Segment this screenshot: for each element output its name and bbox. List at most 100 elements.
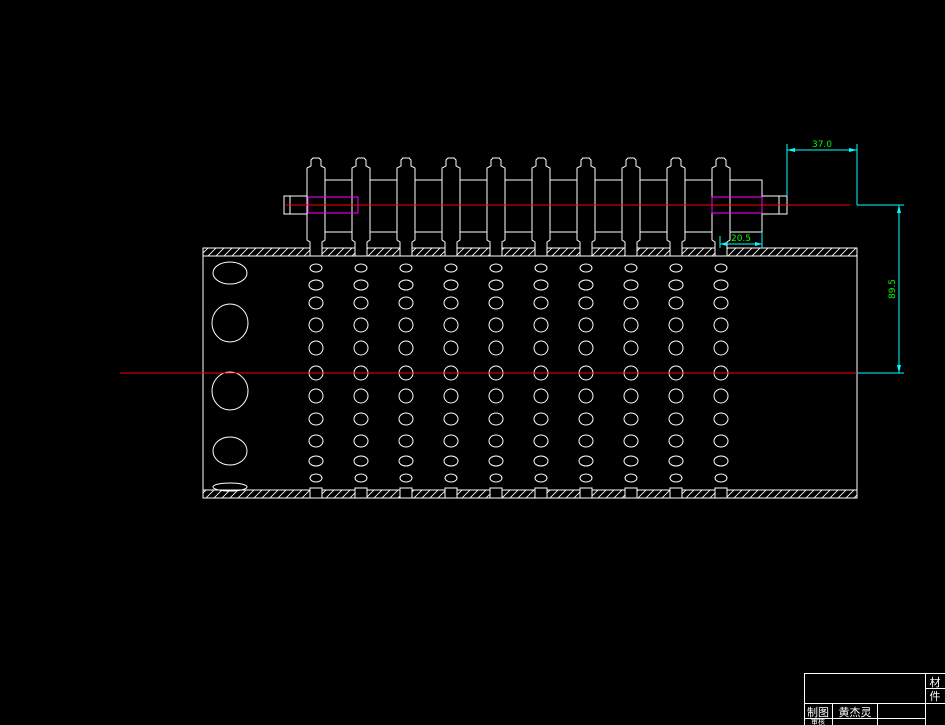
bottom-wall-hatch <box>203 490 857 498</box>
arrowhead <box>787 148 795 152</box>
drawn-by-name: 黄杰灵 <box>839 705 872 719</box>
bottom-tab <box>714 487 728 499</box>
hole <box>623 412 639 426</box>
bottom-tab <box>579 487 593 499</box>
dimension-shaft-extension: 37.0 <box>786 140 858 205</box>
quantity-label: 件 <box>930 690 941 703</box>
hole <box>533 279 549 291</box>
hole <box>623 279 639 291</box>
hole <box>308 340 324 356</box>
arrowhead <box>849 148 857 152</box>
hole <box>488 434 504 448</box>
hole <box>668 340 684 356</box>
hole <box>353 455 369 467</box>
hole <box>713 340 729 356</box>
hole <box>488 412 504 426</box>
hole <box>443 296 459 310</box>
hole <box>309 263 323 273</box>
hole <box>353 279 369 291</box>
hole <box>579 263 593 273</box>
hole <box>578 412 594 426</box>
hole <box>398 388 414 404</box>
dimension-text: 20.5 <box>731 234 751 244</box>
hole <box>488 455 504 467</box>
hole <box>308 388 324 404</box>
hole <box>308 412 324 426</box>
hole <box>669 473 683 483</box>
cad-drawing-canvas: 37.0 20.5 89.5 制图 黄杰灵 审核 材 件 <box>120 140 945 725</box>
hole <box>443 279 459 291</box>
hole <box>488 279 504 291</box>
large-hole <box>211 371 249 411</box>
hole <box>398 279 414 291</box>
dimension-text: 37.0 <box>812 140 832 150</box>
bottom-tab <box>354 487 368 499</box>
hole <box>488 296 504 310</box>
hole <box>354 473 368 483</box>
hole <box>668 388 684 404</box>
hole <box>489 263 503 273</box>
hole <box>533 296 549 310</box>
hole <box>354 263 368 273</box>
hole <box>713 388 729 404</box>
hole <box>308 434 324 448</box>
hole <box>578 279 594 291</box>
bottom-tab <box>669 487 683 499</box>
large-hole <box>212 261 248 285</box>
bottom-tab <box>444 487 458 499</box>
hole <box>353 340 369 356</box>
hole <box>308 317 324 333</box>
hole <box>713 296 729 310</box>
hole <box>308 455 324 467</box>
hole <box>353 317 369 333</box>
hole <box>488 340 504 356</box>
hole <box>533 317 549 333</box>
hole <box>398 434 414 448</box>
hole <box>398 455 414 467</box>
hole <box>489 473 503 483</box>
hole <box>353 388 369 404</box>
hole <box>399 263 413 273</box>
hole <box>579 473 593 483</box>
hole <box>624 263 638 273</box>
hole <box>399 473 413 483</box>
hole <box>443 340 459 356</box>
hole <box>578 388 594 404</box>
hole <box>533 412 549 426</box>
hole <box>578 455 594 467</box>
large-hole <box>211 303 249 343</box>
hole <box>443 412 459 426</box>
hole <box>444 473 458 483</box>
arrowhead <box>897 365 901 373</box>
hole <box>668 317 684 333</box>
hole <box>668 296 684 310</box>
hole <box>443 317 459 333</box>
material-label: 材 <box>930 675 941 689</box>
hole <box>713 455 729 467</box>
hole <box>353 412 369 426</box>
bottom-tab <box>624 487 638 499</box>
hole <box>488 388 504 404</box>
large-holes-column <box>211 261 249 492</box>
hole <box>308 279 324 291</box>
hole <box>713 279 729 291</box>
hole <box>578 340 594 356</box>
hole <box>578 296 594 310</box>
hole <box>714 473 728 483</box>
hole <box>533 434 549 448</box>
hole <box>353 296 369 310</box>
hole <box>668 434 684 448</box>
hole <box>668 455 684 467</box>
hole <box>713 434 729 448</box>
hole <box>714 263 728 273</box>
hole <box>444 263 458 273</box>
hole <box>443 455 459 467</box>
hole <box>713 317 729 333</box>
hole <box>624 473 638 483</box>
hole <box>669 263 683 273</box>
hole <box>713 412 729 426</box>
hole <box>308 296 324 310</box>
hole <box>668 412 684 426</box>
hole <box>534 263 548 273</box>
large-hole <box>212 436 248 466</box>
